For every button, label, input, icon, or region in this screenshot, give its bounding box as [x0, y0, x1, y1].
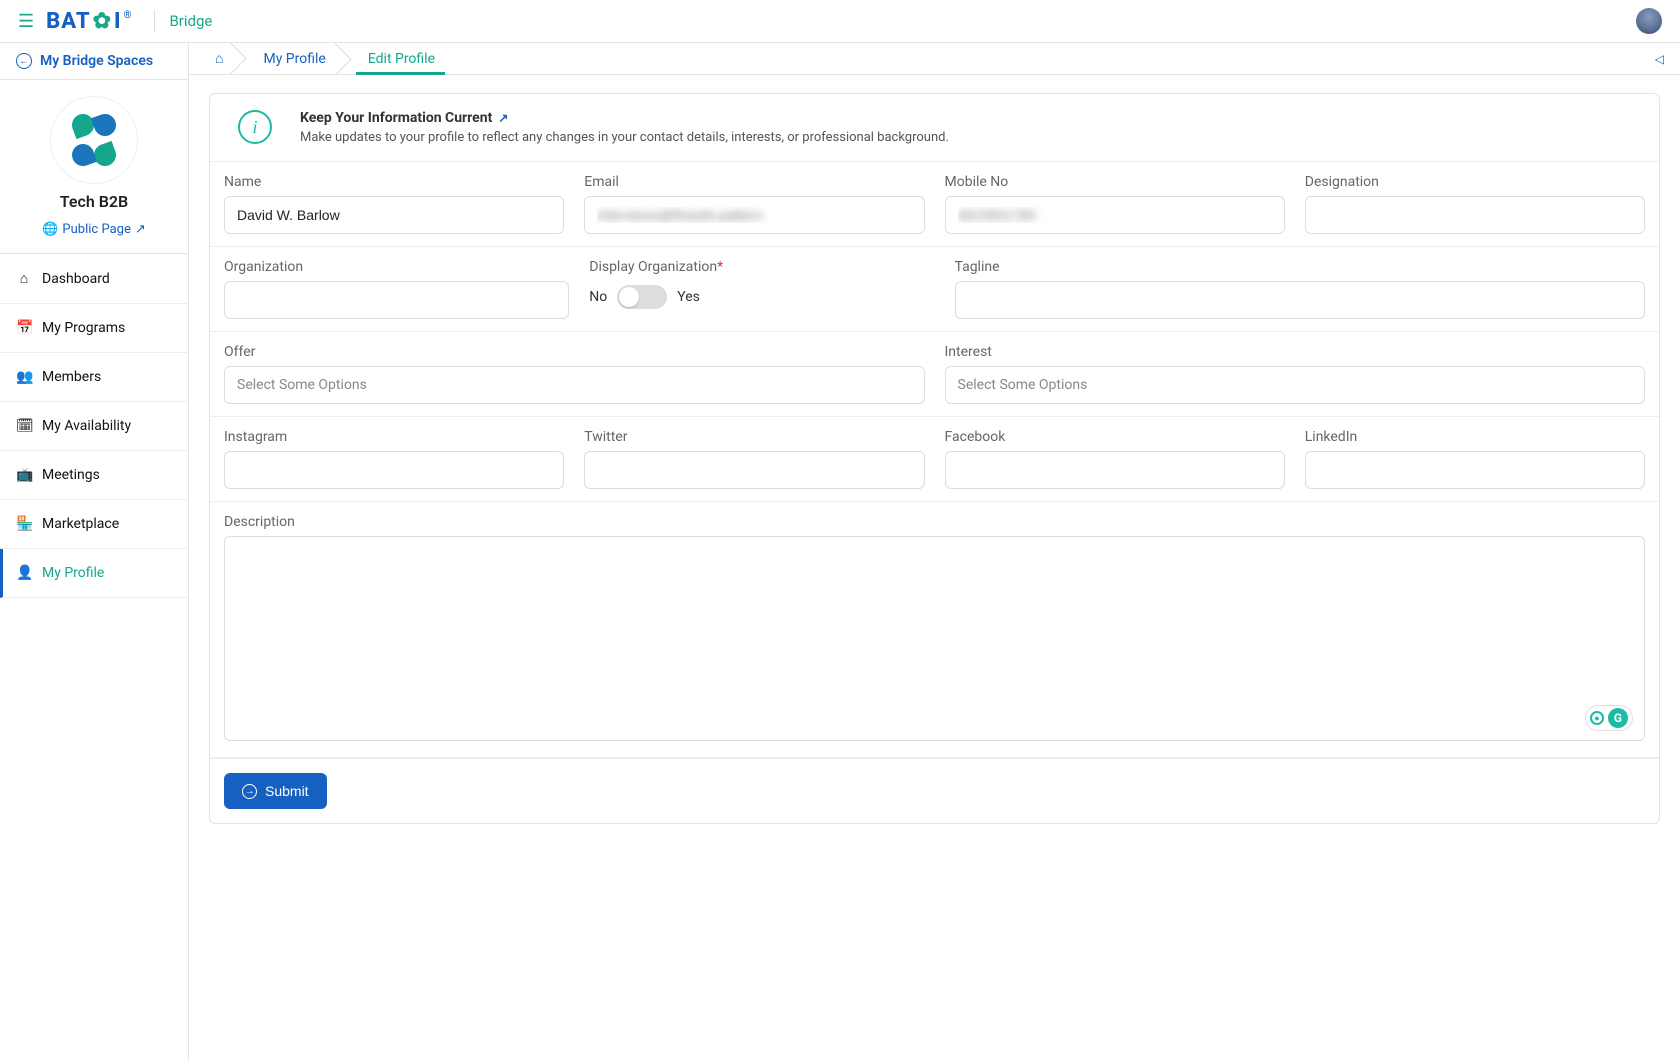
offer-select[interactable]: Select Some Options	[224, 366, 925, 404]
space-logo	[50, 96, 138, 184]
breadcrumb-edit-profile[interactable]: Edit Profile	[346, 44, 455, 74]
info-strip: i Keep Your Information Current ↗ Make u…	[210, 94, 1659, 162]
instagram-input[interactable]	[224, 451, 564, 489]
top-bar: ☰ BAT ✿ I ® Bridge	[0, 0, 1680, 43]
globe-icon: 🌐	[42, 222, 58, 237]
app-name[interactable]: Bridge	[154, 10, 212, 32]
space-name: Tech B2B	[10, 192, 178, 211]
name-input[interactable]	[224, 196, 564, 234]
home-icon: ⌂	[16, 270, 32, 287]
clock-icon: 🗓	[16, 418, 32, 434]
sidebar-item-marketplace[interactable]: 🏪 Marketplace	[0, 500, 188, 549]
twitter-input[interactable]	[584, 451, 924, 489]
info-title: Keep Your Information Current ↗	[300, 110, 949, 126]
interest-select[interactable]: Select Some Options	[945, 366, 1646, 404]
grammarly-icon: G	[1608, 708, 1628, 728]
info-subtitle: Make updates to your profile to reflect …	[300, 130, 949, 145]
facebook-input[interactable]	[945, 451, 1285, 489]
store-icon: 🏪	[16, 516, 32, 532]
display-organization-label: Display Organization*	[589, 259, 934, 275]
organization-input[interactable]	[224, 281, 569, 319]
external-link-icon[interactable]: ↗	[498, 111, 508, 125]
sidebar-item-programs[interactable]: 📅 My Programs	[0, 304, 188, 353]
name-label: Name	[224, 174, 564, 190]
logo[interactable]: BAT ✿ I ®	[46, 9, 132, 34]
interest-label: Interest	[945, 344, 1646, 360]
tagline-label: Tagline	[955, 259, 1646, 275]
sidebar-item-label: Dashboard	[42, 271, 110, 287]
sidebar-item-label: My Programs	[42, 320, 125, 336]
external-link-icon: ↗	[135, 222, 146, 237]
calendar-icon: 📅	[16, 320, 32, 336]
breadcrumb-bar: ⌂ My Profile Edit Profile ◁	[189, 43, 1680, 75]
users-icon: 👥	[16, 369, 32, 385]
back-to-spaces[interactable]: ← My Bridge Spaces	[0, 43, 188, 80]
content: i Keep Your Information Current ↗ Make u…	[189, 75, 1680, 842]
toggle-yes-label: Yes	[677, 289, 700, 305]
space-card: Tech B2B 🌐 Public Page ↗	[0, 80, 188, 254]
description-label: Description	[224, 514, 1645, 530]
sidebar: ← My Bridge Spaces Tech B2B 🌐 Public Pag…	[0, 43, 189, 1060]
email-label: Email	[584, 174, 924, 190]
video-icon: 📺	[16, 467, 32, 483]
sidebar-item-label: My Profile	[42, 565, 104, 581]
public-page-link[interactable]: 🌐 Public Page ↗	[42, 222, 146, 237]
description-textarea[interactable]	[224, 536, 1645, 741]
topbar-left: ☰ BAT ✿ I ® Bridge	[18, 9, 212, 34]
back-arrow-icon: ←	[16, 53, 32, 69]
pinwheel-icon	[64, 110, 124, 170]
sidebar-item-label: Members	[42, 369, 101, 385]
grammarly-secondary-icon: ●	[1590, 711, 1604, 725]
grammarly-widget[interactable]: ● G	[1585, 705, 1633, 731]
tagline-input[interactable]	[955, 281, 1646, 319]
twitter-label: Twitter	[584, 429, 924, 445]
home-icon: ⌂	[215, 51, 223, 67]
mobile-label: Mobile No	[945, 174, 1285, 190]
hamburger-icon[interactable]: ☰	[18, 11, 34, 32]
offer-label: Offer	[224, 344, 925, 360]
collapse-panel-icon[interactable]: ◁	[1655, 52, 1664, 66]
edit-profile-card: i Keep Your Information Current ↗ Make u…	[209, 93, 1660, 824]
sidebar-item-dashboard[interactable]: ⌂ Dashboard	[0, 254, 188, 304]
facebook-label: Facebook	[945, 429, 1285, 445]
logo-leaf-icon: ✿	[93, 9, 112, 34]
sidebar-item-meetings[interactable]: 📺 Meetings	[0, 451, 188, 500]
toggle-no-label: No	[589, 289, 607, 305]
mobile-input[interactable]	[945, 196, 1285, 234]
sidebar-item-availability[interactable]: 🗓 My Availability	[0, 402, 188, 451]
info-icon: i	[238, 110, 272, 144]
designation-input[interactable]	[1305, 196, 1645, 234]
email-input[interactable]	[584, 196, 924, 234]
user-icon: 👤	[16, 565, 32, 581]
organization-label: Organization	[224, 259, 569, 275]
breadcrumb-home[interactable]: ⌂	[205, 43, 241, 74]
linkedin-label: LinkedIn	[1305, 429, 1645, 445]
sidebar-item-members[interactable]: 👥 Members	[0, 353, 188, 402]
avatar[interactable]	[1636, 8, 1662, 34]
arrow-right-icon: →	[242, 784, 257, 799]
sidebar-item-profile[interactable]: 👤 My Profile	[0, 549, 188, 598]
breadcrumb: ⌂ My Profile Edit Profile	[205, 43, 455, 74]
sidebar-item-label: My Availability	[42, 418, 131, 434]
instagram-label: Instagram	[224, 429, 564, 445]
sidebar-item-label: Meetings	[42, 467, 100, 483]
submit-button[interactable]: → Submit	[224, 773, 327, 809]
sidebar-item-label: Marketplace	[42, 516, 119, 532]
display-org-toggle[interactable]	[617, 285, 667, 309]
designation-label: Designation	[1305, 174, 1645, 190]
main: ⌂ My Profile Edit Profile ◁ i Keep Your …	[189, 43, 1680, 1060]
breadcrumb-my-profile[interactable]: My Profile	[241, 44, 345, 74]
linkedin-input[interactable]	[1305, 451, 1645, 489]
back-label: My Bridge Spaces	[40, 53, 153, 69]
